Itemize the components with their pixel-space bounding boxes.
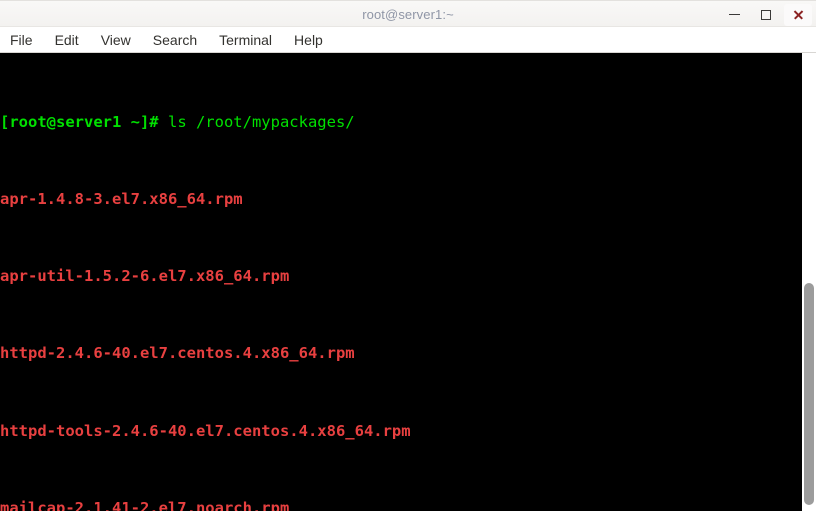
- shell-prompt: [root@server1 ~]#: [0, 112, 168, 131]
- maximize-icon: [761, 9, 771, 20]
- menu-item-edit[interactable]: Edit: [55, 32, 79, 48]
- shell-command: ls /root/mypackages/: [167, 112, 355, 131]
- terminal-window: root@server1:~ File Edit View Search Ter…: [0, 0, 816, 511]
- output-filename: mailcap-2.1.41-2.el7.noarch.rpm: [0, 498, 290, 511]
- close-button[interactable]: [784, 3, 812, 26]
- menu-item-file[interactable]: File: [10, 32, 33, 48]
- output-filename: apr-1.4.8-3.el7.x86_64.rpm: [0, 190, 243, 209]
- menu-item-view[interactable]: View: [101, 32, 131, 48]
- output-filename: apr-util-1.5.2-6.el7.x86_64.rpm: [0, 267, 290, 286]
- output-filename: httpd-2.4.6-40.el7.centos.4.x86_64.rpm: [0, 344, 355, 363]
- scrollbar-thumb[interactable]: [804, 283, 814, 505]
- terminal-line: [root@server1 ~]# ls /root/mypackages/: [0, 113, 802, 132]
- terminal-text-buffer: [root@server1 ~]# ls /root/mypackages/ a…: [0, 55, 802, 511]
- terminal-line: apr-1.4.8-3.el7.x86_64.rpm: [0, 190, 802, 209]
- menu-item-search[interactable]: Search: [153, 32, 197, 48]
- scrollbar-track[interactable]: [802, 53, 816, 511]
- title-bar: root@server1:~: [0, 0, 816, 27]
- menu-item-terminal[interactable]: Terminal: [219, 32, 272, 48]
- window-controls: [716, 1, 812, 28]
- menu-item-help[interactable]: Help: [294, 32, 323, 48]
- menu-bar: File Edit View Search Terminal Help: [0, 27, 816, 53]
- terminal-screen[interactable]: [root@server1 ~]# ls /root/mypackages/ a…: [0, 53, 802, 511]
- close-icon: [793, 9, 804, 20]
- terminal-line: httpd-2.4.6-40.el7.centos.4.x86_64.rpm: [0, 344, 802, 363]
- maximize-button[interactable]: [752, 4, 780, 26]
- terminal-line: mailcap-2.1.41-2.el7.noarch.rpm: [0, 499, 802, 511]
- terminal-line: apr-util-1.5.2-6.el7.x86_64.rpm: [0, 267, 802, 286]
- output-filename: httpd-tools-2.4.6-40.el7.centos.4.x86_64…: [0, 421, 411, 440]
- minimize-icon: [728, 14, 740, 15]
- minimize-button[interactable]: [720, 4, 748, 26]
- window-title: root@server1:~: [362, 7, 454, 22]
- terminal-line: httpd-tools-2.4.6-40.el7.centos.4.x86_64…: [0, 422, 802, 441]
